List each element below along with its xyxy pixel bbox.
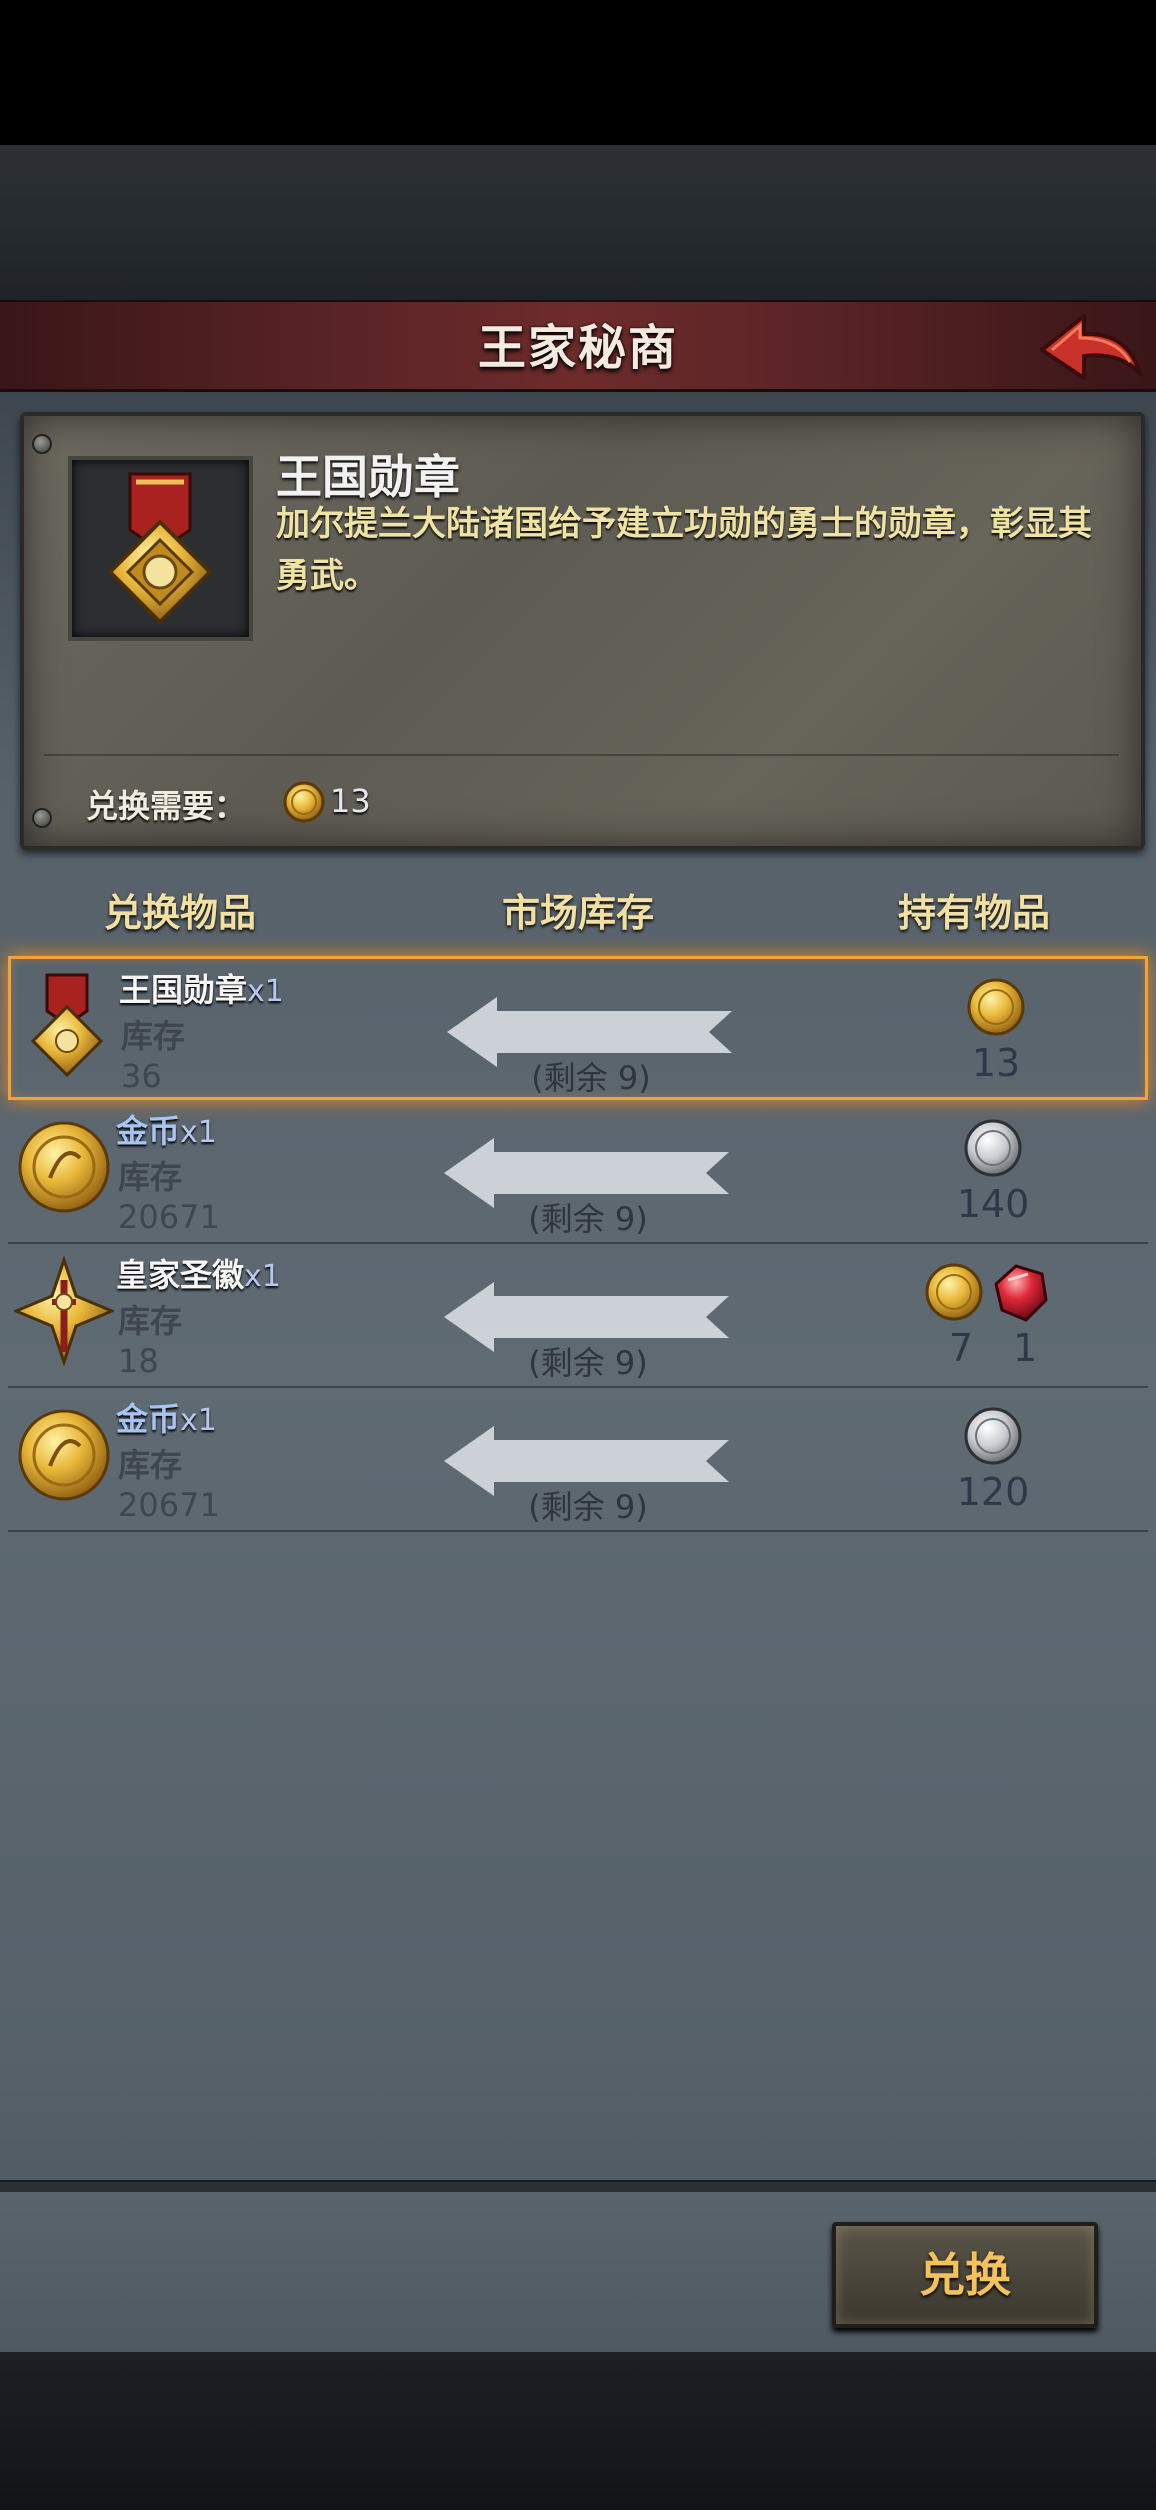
row-item-name: 皇家圣徽x1 <box>116 1256 281 1294</box>
rivet-icon <box>32 808 52 828</box>
rivet-icon <box>32 434 52 454</box>
row-stock-value: 36 <box>121 1057 162 1095</box>
gold-coin-icon <box>967 978 1025 1036</box>
row-stock-value: 20671 <box>118 1486 220 1524</box>
row-stock-value: 20671 <box>118 1198 220 1236</box>
title-banner: 王家秘商 <box>0 300 1156 392</box>
owned-icons <box>868 1404 1118 1468</box>
row-stock-value: 18 <box>118 1342 159 1380</box>
top-decor-strip <box>0 145 1156 300</box>
gold-coin-icon <box>18 1121 110 1213</box>
footer-divider <box>0 2180 1156 2192</box>
owned-count: 140 <box>956 1182 1030 1226</box>
column-header-exchange-item: 兑换物品 <box>103 891 256 935</box>
row-remaining: (剩余 9) <box>528 1200 648 1238</box>
item-detail-card: 王国勋章 加尔提兰大陆诸国给予建立功勋的勇士的勋章，彰显其勇武。 兑换需要： 1… <box>20 412 1145 850</box>
column-header-owned-items: 持有物品 <box>897 891 1050 935</box>
red-gem-icon <box>994 1264 1048 1322</box>
medal-icon <box>107 472 213 625</box>
cost-value: 13 <box>330 782 371 820</box>
owned-icons <box>868 1116 1118 1180</box>
bottom-decor-strip <box>0 2352 1156 2510</box>
row-item-name: 金币x1 <box>116 1112 217 1150</box>
page-title: 王家秘商 <box>477 320 678 376</box>
item-icon-frame <box>68 456 253 641</box>
row-remaining: (剩余 9) <box>531 1059 651 1097</box>
row-item-name: 金币x1 <box>116 1400 217 1438</box>
row-remaining: (剩余 9) <box>528 1344 648 1382</box>
back-arrow-icon[interactable] <box>1036 308 1146 392</box>
row-stock-label: 库存 <box>118 1446 183 1484</box>
column-header-market-stock: 市场库存 <box>501 891 654 935</box>
row-stock-label: 库存 <box>118 1302 183 1340</box>
status-bar-area <box>0 0 1156 145</box>
owned-icons <box>868 1260 1118 1324</box>
holy-emblem-icon <box>14 1256 114 1366</box>
row-remaining: (剩余 9) <box>528 1488 648 1526</box>
card-divider <box>44 754 1119 756</box>
exchange-button[interactable]: 兑换 <box>832 2222 1098 2328</box>
item-description: 加尔提兰大陆诸国给予建立功勋的勇士的勋章，彰显其勇武。 <box>276 504 1092 596</box>
medal-icon <box>30 973 104 1078</box>
exchange-row[interactable]: 皇家圣徽x1 库存 18 (剩余 9) 71 <box>8 1244 1148 1388</box>
gold-coin-icon <box>18 1409 110 1501</box>
exchange-row-selected[interactable]: 王国勋章x1 库存 36 (剩余 9) 13 <box>8 956 1148 1100</box>
exchange-row[interactable]: 金币x1 库存 20671 (剩余 9) 140 <box>8 1100 1148 1244</box>
row-item-name: 王国勋章x1 <box>119 971 284 1009</box>
row-stock-label: 库存 <box>121 1017 186 1055</box>
row-stock-label: 库存 <box>118 1158 183 1196</box>
owned-count: 13 <box>971 1041 1021 1085</box>
gold-coin-icon <box>283 781 325 823</box>
owned-count: 71 <box>948 1326 1038 1370</box>
silver-coin-icon <box>964 1407 1022 1465</box>
exchange-row[interactable]: 金币x1 库存 20671 (剩余 9) 120 <box>8 1388 1148 1532</box>
silver-coin-icon <box>964 1119 1022 1177</box>
gold-coin-icon <box>925 1263 983 1321</box>
owned-icons <box>871 975 1121 1039</box>
cost-label: 兑换需要： <box>86 787 247 825</box>
owned-count: 120 <box>956 1470 1030 1514</box>
